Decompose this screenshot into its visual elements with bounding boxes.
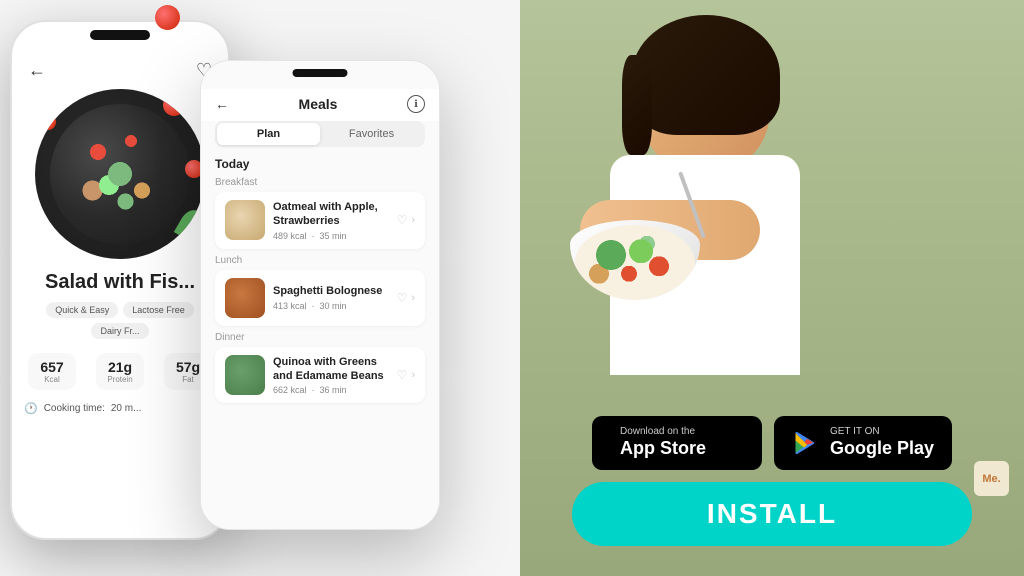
meals-header: ← Meals ℹ <box>201 89 439 121</box>
food-image <box>35 89 205 259</box>
meal-actions-spaghetti: ♡ › <box>397 291 415 305</box>
meal-heart-icon-2[interactable]: ♡ <box>397 291 408 305</box>
plan-tabs: Plan Favorites <box>215 121 425 147</box>
tomato-decoration-2 <box>40 114 56 130</box>
meal-meta-quinoa: 662 kcal · 36 min <box>273 385 389 395</box>
tags-row: Quick & Easy Lactose Free Dairy Fr... <box>12 294 228 347</box>
meal-heart-icon[interactable]: ♡ <box>397 213 408 227</box>
meal-item-spaghetti[interactable]: Spaghetti Bolognese 413 kcal · 30 min ♡ … <box>215 270 425 326</box>
deco-tomato-top <box>155 5 180 30</box>
section-dinner: Dinner <box>215 332 425 343</box>
stat-protein: 21g Protein <box>96 353 144 390</box>
meal-name-spaghetti: Spaghetti Bolognese <box>273 284 389 298</box>
back-phone: ← ♡ Salad with Fis... Quick & Easy Lacto… <box>10 20 230 540</box>
protein-label: Protein <box>104 375 136 384</box>
tomato-decoration-1 <box>163 94 185 116</box>
phone-header: ← ♡ <box>12 52 228 89</box>
meal-image-spaghetti <box>225 278 265 318</box>
meal-actions-quinoa: ♡ › <box>397 368 415 382</box>
google-play-large-text: Google Play <box>830 438 934 460</box>
protein-value: 21g <box>104 359 136 375</box>
meal-info-oatmeal: Oatmeal with Apple, Strawberries 489 kca… <box>273 200 389 241</box>
meal-actions-oatmeal: ♡ › <box>397 213 415 227</box>
tag-quick-easy: Quick & Easy <box>46 302 118 318</box>
front-phone-notch <box>293 69 348 77</box>
install-button[interactable]: INSTALL <box>572 482 972 546</box>
day-section: Today Breakfast Oatmeal with Apple, Stra… <box>215 157 425 403</box>
meal-info-spaghetti: Spaghetti Bolognese 413 kcal · 30 min <box>273 284 389 310</box>
meal-arrow-icon-3[interactable]: › <box>411 369 415 381</box>
meal-image-quinoa <box>225 355 265 395</box>
section-breakfast: Breakfast <box>215 177 425 188</box>
front-phone: ← Meals ℹ Plan Favorites Today Breakfast <box>200 60 440 530</box>
google-play-text-group: GET IT ON Google Play <box>830 426 934 460</box>
day-label: Today <box>215 157 425 171</box>
tag-lactose: Lactose Free <box>123 302 194 318</box>
tab-plan[interactable]: Plan <box>217 123 320 145</box>
stats-row: 657 Kcal 21g Protein 57g Fat <box>12 347 228 396</box>
meal-heart-icon-3[interactable]: ♡ <box>397 368 408 382</box>
clock-icon: 🕐 <box>24 402 38 415</box>
info-icon[interactable]: ℹ <box>407 95 425 113</box>
bottom-buttons: Download on the App Store GET IT ON Goog… <box>530 416 1014 546</box>
meal-name-quinoa: Quinoa with Greens and Edamame Beans <box>273 355 389 384</box>
cooking-time-value: 20 m... <box>111 403 142 414</box>
meal-arrow-icon-2[interactable]: › <box>411 292 415 304</box>
me-badge: Me. <box>974 461 1009 496</box>
kcal-label: Kcal <box>36 375 68 384</box>
food-items <box>65 119 175 229</box>
right-panel: Download on the App Store GET IT ON Goog… <box>520 0 1024 576</box>
meals-title: Meals <box>299 96 338 112</box>
meals-body: Today Breakfast Oatmeal with Apple, Stra… <box>201 157 439 512</box>
left-panel: ← ♡ Salad with Fis... Quick & Easy Lacto… <box>0 0 520 576</box>
app-store-button[interactable]: Download on the App Store <box>592 416 762 470</box>
person-hair <box>632 15 780 135</box>
meal-name-oatmeal: Oatmeal with Apple, Strawberries <box>273 200 389 229</box>
section-lunch: Lunch <box>215 255 425 266</box>
phone-content: ← ♡ Salad with Fis... Quick & Easy Lacto… <box>12 22 228 538</box>
back-arrow-icon[interactable]: ← <box>28 60 46 81</box>
dish-title: Salad with Fis... <box>12 271 228 294</box>
meal-meta-spaghetti: 413 kcal · 30 min <box>273 301 389 311</box>
tab-favorites[interactable]: Favorites <box>320 123 423 145</box>
phone-notch <box>90 30 150 40</box>
google-play-icon <box>792 429 820 457</box>
app-store-text-group: Download on the App Store <box>620 426 706 460</box>
app-store-large-text: App Store <box>620 438 706 460</box>
stat-kcal: 657 Kcal <box>28 353 76 390</box>
meal-image-oatmeal <box>225 200 265 240</box>
food-bowl <box>50 104 190 244</box>
bowl-food-contents <box>575 225 695 300</box>
meal-meta-oatmeal: 489 kcal · 35 min <box>273 231 389 241</box>
meal-arrow-icon[interactable]: › <box>411 214 415 226</box>
kcal-value: 657 <box>36 359 68 375</box>
meal-item-quinoa[interactable]: Quinoa with Greens and Edamame Beans 662… <box>215 347 425 404</box>
meal-info-quinoa: Quinoa with Greens and Edamame Beans 662… <box>273 355 389 396</box>
tag-dairy: Dairy Fr... <box>91 323 148 339</box>
store-buttons: Download on the App Store GET IT ON Goog… <box>592 416 952 470</box>
cooking-time-label: Cooking time: <box>44 403 105 414</box>
cooking-time: 🕐 Cooking time: 20 m... <box>12 396 228 421</box>
meals-app: ← Meals ℹ Plan Favorites Today Breakfast <box>201 61 439 529</box>
app-store-small-text: Download on the <box>620 426 706 438</box>
meal-item-oatmeal[interactable]: Oatmeal with Apple, Strawberries 489 kca… <box>215 192 425 249</box>
meals-back-icon[interactable]: ← <box>215 96 229 112</box>
google-play-small-text: GET IT ON <box>830 426 934 438</box>
google-play-button[interactable]: GET IT ON Google Play <box>774 416 952 470</box>
